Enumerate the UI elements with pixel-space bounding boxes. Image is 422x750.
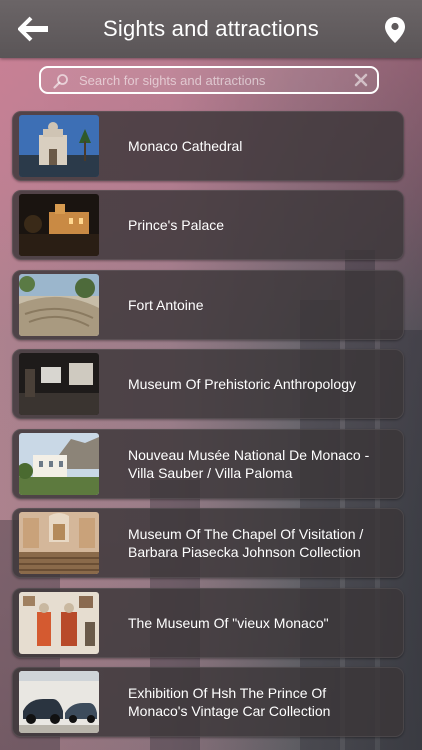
thumbnail-image <box>19 592 99 654</box>
map-pin-icon <box>385 17 405 43</box>
item-title: Museum Of Prehistoric Anthropology <box>128 376 356 392</box>
list-item[interactable]: Museum Of The Chapel Of Visitation / Bar… <box>12 508 404 578</box>
item-title: Nouveau Musée National De Monaco - Villa… <box>128 447 370 481</box>
thumbnail-image <box>19 274 99 336</box>
item-title: Exhibition Of Hsh The Prince Of Monaco's… <box>128 685 331 719</box>
list-item[interactable]: Monaco Cathedral <box>12 111 404 181</box>
item-title: Fort Antoine <box>128 297 204 313</box>
thumbnail-image <box>19 353 99 415</box>
item-title: The Museum Of "vieux Monaco" <box>128 615 329 631</box>
list-item[interactable]: Prince's Palace <box>12 190 404 260</box>
back-button[interactable] <box>17 16 50 42</box>
thumbnail-image <box>19 115 99 177</box>
list-item[interactable]: Museum Of Prehistoric Anthropology <box>12 349 404 419</box>
search-bar <box>39 66 379 94</box>
thumbnail-image <box>19 671 99 733</box>
thumbnail-image <box>19 433 99 495</box>
search-input[interactable] <box>79 70 349 90</box>
item-title: Monaco Cathedral <box>128 138 243 154</box>
item-title: Prince's Palace <box>128 217 225 233</box>
search-icon <box>53 74 68 89</box>
item-title: Museum Of The Chapel Of Visitation / Bar… <box>128 526 364 560</box>
list-item[interactable]: The Museum Of "vieux Monaco" <box>12 588 404 658</box>
thumbnail-image <box>19 194 99 256</box>
clear-icon[interactable] <box>353 72 369 88</box>
map-button[interactable] <box>384 16 406 44</box>
list-item[interactable]: Exhibition Of Hsh The Prince Of Monaco's… <box>12 667 404 737</box>
list-item[interactable]: Nouveau Musée National De Monaco - Villa… <box>12 429 404 499</box>
nav-bar: Sights and attractions <box>0 0 422 58</box>
list-item[interactable]: Fort Antoine <box>12 270 404 340</box>
page-title: Sights and attractions <box>103 16 319 41</box>
back-arrow-icon <box>17 16 48 42</box>
thumbnail-image <box>19 512 99 574</box>
